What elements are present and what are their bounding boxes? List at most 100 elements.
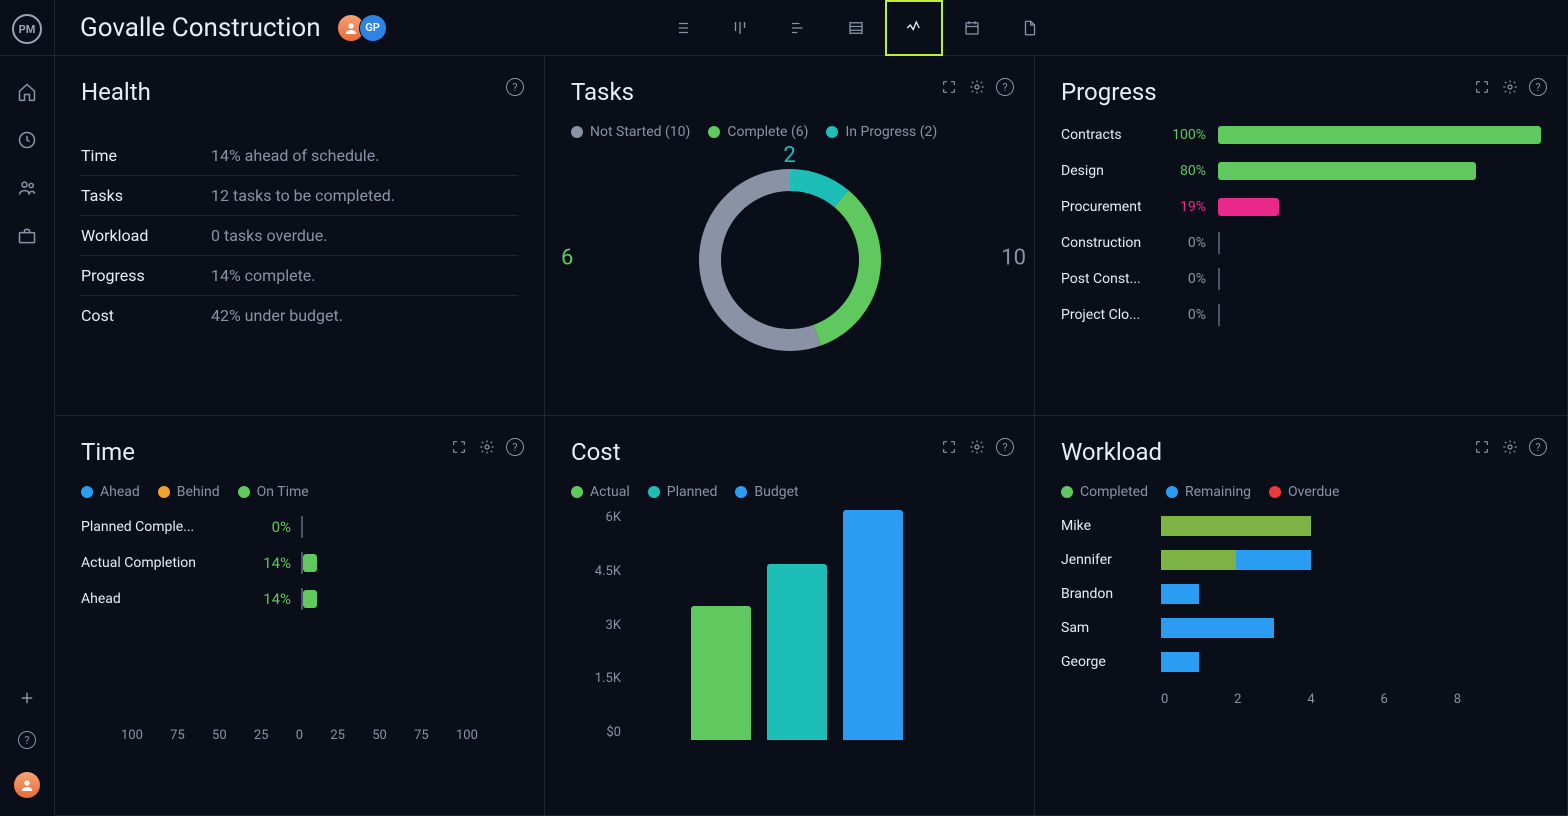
workload-panel: Workload ? CompletedRemainingOverdue Mik… [1035, 416, 1568, 816]
workload-row: George [1061, 652, 1541, 672]
file-view-icon[interactable] [1001, 0, 1059, 56]
help-icon[interactable]: ? [506, 78, 524, 96]
panel-title: Health [81, 78, 518, 106]
view-tabs [653, 0, 1059, 56]
workload-seg-remaining [1236, 550, 1311, 570]
cost-bar [843, 510, 903, 740]
legend-item[interactable]: Remaining [1166, 484, 1251, 500]
expand-icon[interactable] [450, 438, 468, 456]
time-name: Ahead [81, 591, 241, 607]
gear-icon[interactable] [1501, 78, 1519, 96]
donut-label-right: 10 [1001, 246, 1026, 271]
legend-dot-icon [826, 126, 838, 138]
legend-item[interactable]: Behind [158, 484, 220, 500]
legend-dot-icon [238, 486, 250, 498]
axis-tick: $0 [571, 725, 621, 740]
clock-icon[interactable] [17, 130, 37, 150]
app-logo[interactable]: PM [12, 14, 42, 44]
list-view-icon[interactable] [653, 0, 711, 56]
time-bar-fill [303, 590, 317, 608]
cost-panel: Cost ? ActualPlannedBudget 6K4.5K3K1.5K$… [545, 416, 1035, 816]
legend-item[interactable]: Planned [648, 484, 718, 500]
expand-icon[interactable] [940, 438, 958, 456]
health-label: Workload [81, 226, 191, 245]
health-value: 14% complete. [211, 266, 316, 285]
axis-tick: 25 [254, 728, 269, 743]
progress-pct: 0% [1168, 235, 1206, 251]
legend-item[interactable]: Budget [735, 484, 798, 500]
legend-item[interactable]: On Time [238, 484, 309, 500]
workload-seg-completed [1161, 550, 1236, 570]
legend-label: Complete (6) [727, 124, 808, 140]
axis-tick: 0 [1161, 692, 1168, 707]
gear-icon[interactable] [968, 438, 986, 456]
progress-name: Construction [1061, 235, 1156, 251]
home-icon[interactable] [17, 82, 37, 102]
avatar[interactable]: GP [359, 14, 387, 42]
time-pct: 0% [251, 518, 291, 536]
time-bar-track [301, 590, 518, 608]
panel-title: Workload [1061, 438, 1541, 466]
donut-segment [817, 199, 870, 335]
user-avatar[interactable] [14, 772, 40, 798]
legend-label: In Progress (2) [845, 124, 937, 140]
team-icon[interactable] [17, 178, 37, 198]
legend-label: On Time [257, 484, 309, 500]
legend-dot-icon [571, 486, 583, 498]
legend-item[interactable]: Not Started (10) [571, 124, 690, 140]
legend-item[interactable]: Actual [571, 484, 630, 500]
time-tick-icon [301, 516, 303, 538]
time-bar-fill [303, 554, 317, 572]
gear-icon[interactable] [1501, 438, 1519, 456]
workload-seg-remaining [1161, 652, 1199, 672]
health-row: Tasks12 tasks to be completed. [81, 176, 518, 216]
help-icon[interactable]: ? [1529, 78, 1547, 96]
progress-row: Procurement19% [1061, 198, 1541, 216]
axis-tick: 8 [1454, 692, 1461, 707]
calendar-view-icon[interactable] [943, 0, 1001, 56]
project-title: Govalle Construction [80, 13, 321, 43]
time-panel: Time ? AheadBehindOn Time Planned Comple… [55, 416, 545, 816]
help-icon[interactable]: ? [996, 78, 1014, 96]
health-row: Progress14% complete. [81, 256, 518, 296]
axis-tick: 3K [571, 618, 621, 633]
expand-icon[interactable] [940, 78, 958, 96]
add-icon[interactable] [17, 688, 37, 708]
gantt-view-icon[interactable] [769, 0, 827, 56]
health-panel: Health ? Time14% ahead of schedule.Tasks… [55, 56, 545, 416]
table-view-icon[interactable] [827, 0, 885, 56]
workload-seg-remaining [1161, 584, 1199, 604]
gear-icon[interactable] [968, 78, 986, 96]
donut-label-top: 2 [783, 143, 795, 168]
briefcase-icon[interactable] [17, 226, 37, 246]
health-label: Tasks [81, 186, 191, 205]
project-avatars[interactable]: GP [337, 14, 387, 42]
time-pct: 14% [251, 590, 291, 608]
sidebar: PM ? [0, 0, 55, 816]
legend-item[interactable]: Overdue [1269, 484, 1339, 500]
legend-item[interactable]: Ahead [81, 484, 140, 500]
time-row: Actual Completion14% [81, 554, 518, 572]
progress-row: Construction 0% [1061, 234, 1541, 252]
legend-item[interactable]: Complete (6) [708, 124, 808, 140]
legend-item[interactable]: Completed [1061, 484, 1148, 500]
help-icon[interactable]: ? [996, 438, 1014, 456]
help-icon[interactable]: ? [17, 730, 37, 750]
gear-icon[interactable] [478, 438, 496, 456]
expand-icon[interactable] [1473, 438, 1491, 456]
progress-pct: 19% [1168, 199, 1206, 215]
board-view-icon[interactable] [711, 0, 769, 56]
help-icon[interactable]: ? [506, 438, 524, 456]
health-value: 0 tasks overdue. [211, 226, 327, 245]
progress-bar-fill [1218, 198, 1279, 216]
help-icon[interactable]: ? [1529, 438, 1547, 456]
dashboard-view-icon[interactable] [885, 0, 943, 56]
progress-row: Post Const...0% [1061, 270, 1541, 288]
expand-icon[interactable] [1473, 78, 1491, 96]
progress-row: Design80% [1061, 162, 1541, 180]
workload-bar-track [1161, 618, 1541, 638]
legend-item[interactable]: In Progress (2) [826, 124, 937, 140]
axis-tick: 6K [571, 510, 621, 525]
legend-dot-icon [1166, 486, 1178, 498]
axis-tick: 75 [170, 728, 185, 743]
